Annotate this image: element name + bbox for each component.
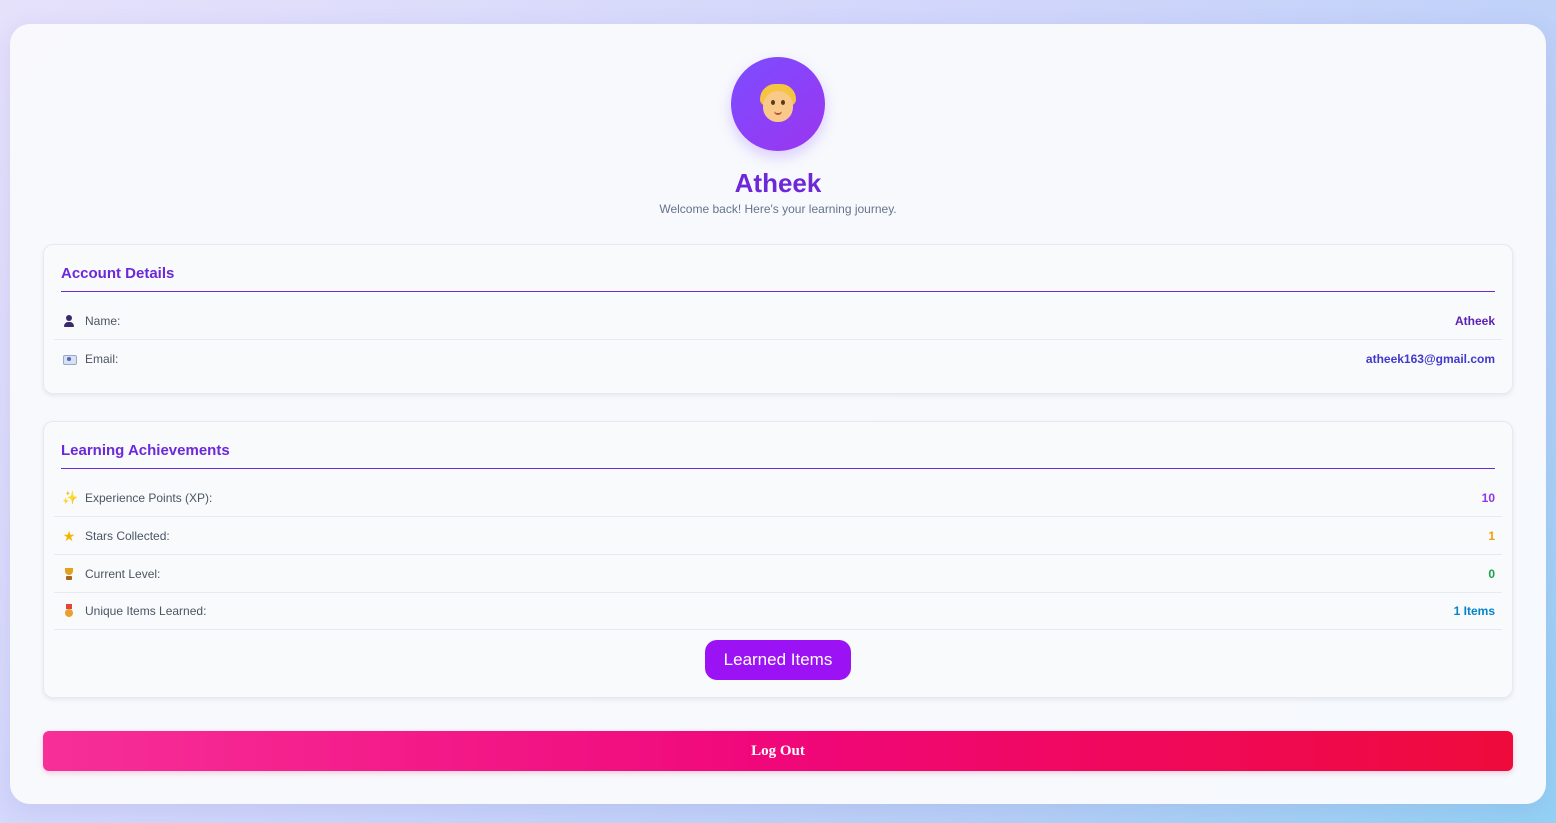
learned-items-button[interactable]: Learned Items xyxy=(705,640,851,680)
email-row: Email: atheek163@gmail.com xyxy=(54,340,1502,378)
stars-label: Stars Collected: xyxy=(85,528,170,543)
email-label: Email: xyxy=(85,352,119,366)
level-row: Current Level: 0 xyxy=(54,555,1502,593)
section-title: Account Details xyxy=(61,265,175,282)
items-label: Unique Items Learned: xyxy=(85,603,207,618)
star-icon: ★ xyxy=(62,527,76,544)
email-value: atheek163@gmail.com xyxy=(1365,352,1495,366)
name-row: Name: Atheek xyxy=(54,302,1502,340)
items-value: 1 Items xyxy=(1453,603,1495,618)
email-icon xyxy=(62,352,77,366)
avatar xyxy=(731,57,825,151)
items-row: Unique Items Learned: 1 Items xyxy=(54,592,1502,630)
section-title: Learning Achievements xyxy=(61,442,230,459)
level-label: Current Level: xyxy=(85,566,161,581)
xp-value: 10 xyxy=(1481,490,1495,505)
xp-row: ✨ Experience Points (XP): 10 xyxy=(54,479,1502,517)
account-details-section: Account Details Name: Atheek Email: athe… xyxy=(43,244,1513,394)
trophy-icon xyxy=(62,567,76,581)
stars-value: 1 xyxy=(1488,528,1495,543)
learning-achievements-section: Learning Achievements ✨ Experience Point… xyxy=(43,421,1513,698)
medal-icon xyxy=(62,603,76,618)
section-divider xyxy=(61,468,1495,469)
sparkles-icon: ✨ xyxy=(62,489,79,505)
profile-name: Atheek xyxy=(734,168,822,198)
person-icon xyxy=(62,314,76,328)
name-value: Atheek xyxy=(1454,313,1495,328)
section-divider xyxy=(61,291,1495,292)
stars-row: ★ Stars Collected: 1 xyxy=(54,517,1502,555)
level-value: 0 xyxy=(1488,566,1495,581)
logout-button[interactable]: Log Out xyxy=(43,731,1513,771)
blond-person-emoji-icon xyxy=(759,84,797,124)
profile-card: Atheek Welcome back! Here's your learnin… xyxy=(10,24,1546,804)
name-label: Name: xyxy=(85,313,121,328)
profile-subtitle: Welcome back! Here's your learning journ… xyxy=(659,202,897,216)
xp-label: Experience Points (XP): xyxy=(85,490,213,505)
